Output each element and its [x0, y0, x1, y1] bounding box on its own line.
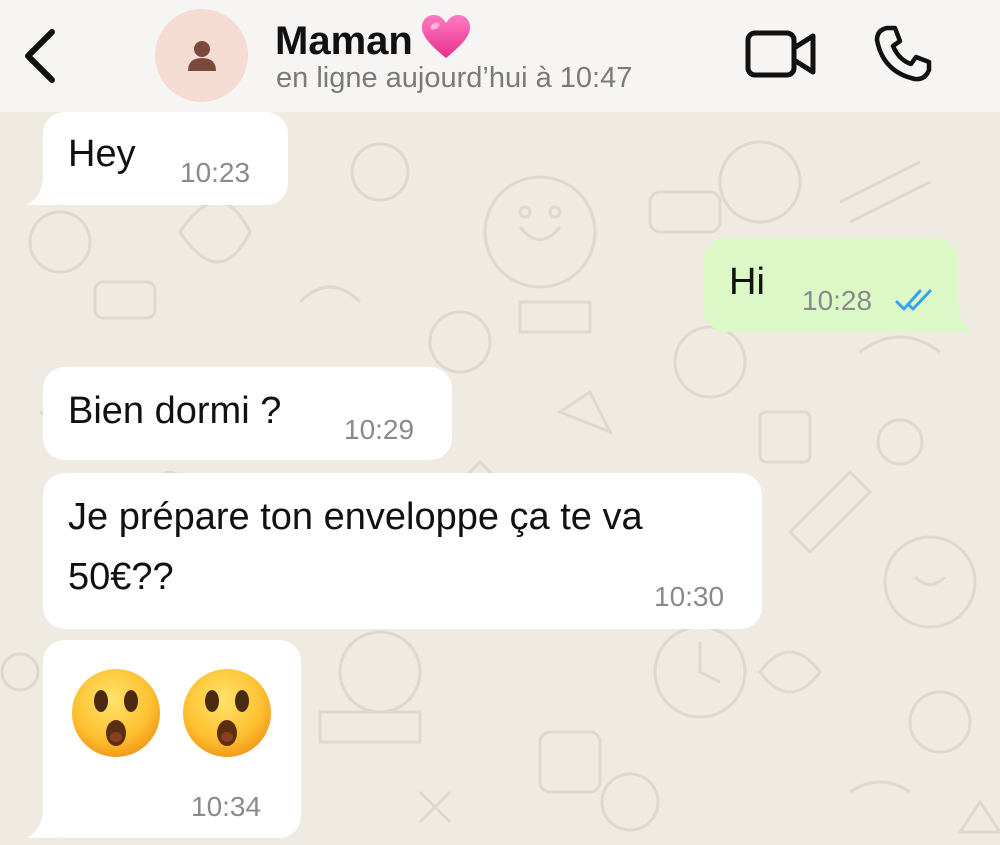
video-camera-icon	[745, 30, 816, 78]
message-text-line-2: 50€??	[68, 556, 174, 598]
chevron-left-icon	[25, 29, 55, 83]
phone-icon	[874, 25, 932, 82]
message-bubble-incoming[interactable]: Bien dormi ? 10:29	[43, 367, 452, 460]
bubble-tail	[27, 812, 57, 838]
message-text-line-1: Je prépare ton enveloppe ça te va	[68, 496, 643, 538]
avatar[interactable]	[155, 9, 248, 102]
chat-screen: Maman en ligne aujourd’hui à 10:47 Hey 1…	[0, 0, 1000, 845]
video-call-button[interactable]	[745, 28, 817, 80]
message-bubble-outgoing[interactable]: Hi 10:28	[704, 238, 974, 332]
double-check-icon	[895, 289, 932, 311]
bubble-tail	[944, 306, 974, 332]
contact-name-text: Maman	[275, 19, 413, 63]
back-button[interactable]	[18, 24, 66, 88]
message-time: 10:29	[344, 414, 415, 445]
message-time: 10:30	[654, 581, 725, 612]
message-bubble-incoming[interactable]: 10:34	[27, 640, 301, 838]
contact-name[interactable]: Maman	[275, 14, 471, 64]
message-time: 10:23	[180, 157, 251, 188]
message-time: 10:28	[802, 285, 873, 316]
chat-header: Maman en ligne aujourd’hui à 10:47	[0, 0, 1000, 112]
hushed-face-emoji	[183, 669, 271, 757]
message-text: Hey	[68, 133, 136, 175]
hushed-face-emoji	[72, 669, 160, 757]
message-time: 10:34	[191, 791, 262, 822]
voice-call-button[interactable]	[873, 24, 933, 84]
message-text: Hi	[729, 261, 765, 303]
bubble-tail	[27, 179, 57, 205]
person-icon	[188, 41, 216, 71]
contact-status: en ligne aujourd’hui à 10:47	[276, 62, 633, 94]
message-bubble-incoming[interactable]: Hey 10:23	[27, 112, 288, 205]
message-bubble-incoming[interactable]: Je prépare ton enveloppe ça te va 50€?? …	[43, 473, 762, 629]
message-text: Bien dormi ?	[68, 390, 282, 432]
pink-heart-icon	[421, 15, 470, 58]
